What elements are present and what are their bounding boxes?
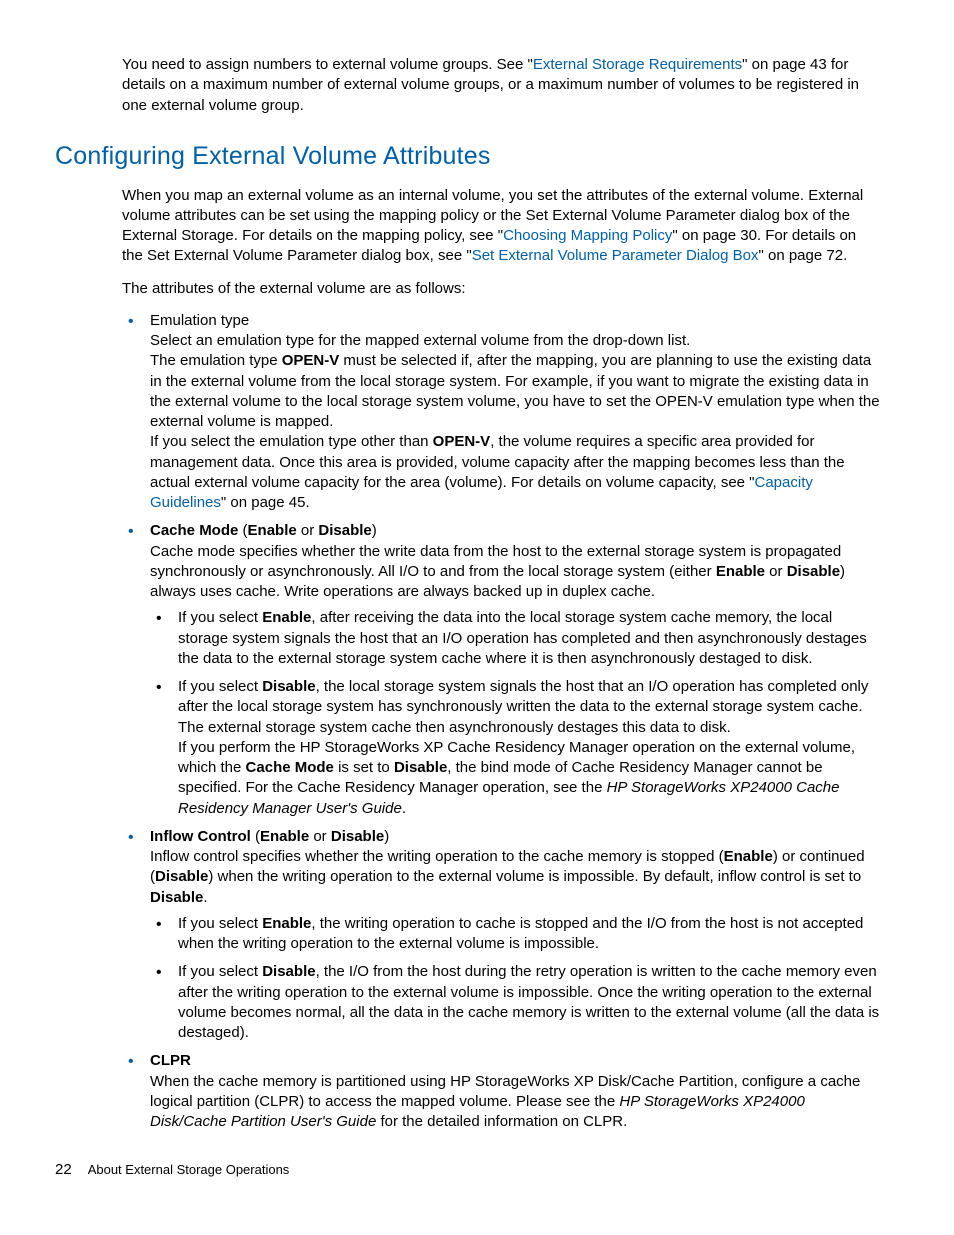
bold-text: Disable — [787, 563, 840, 580]
text: " on page 45. — [221, 494, 310, 511]
text: ) when the writing operation to the exte… — [208, 868, 861, 885]
text: or — [765, 563, 787, 580]
link-set-external-volume-parameter[interactable]: Set External Volume Parameter Dialog Box — [472, 247, 759, 264]
bold-text: Enable — [724, 848, 773, 865]
list-item: If you select Enable, the writing operat… — [150, 914, 881, 955]
text: If you select — [178, 915, 262, 932]
text: If you select — [178, 678, 262, 695]
list-item-inflow-control: Inflow Control (Enable or Disable) Inflo… — [122, 827, 881, 1044]
text: Inflow control specifies whether the wri… — [150, 848, 724, 865]
bold-text: Enable — [260, 828, 309, 845]
text: ) — [372, 522, 377, 539]
bold-text: Cache Mode — [150, 522, 238, 539]
list-item-clpr: CLPR When the cache memory is partitione… — [122, 1051, 881, 1132]
section-heading: Configuring External Volume Attributes — [55, 140, 899, 174]
bold-text: Enable — [716, 563, 765, 580]
list-item: If you select Enable, after receiving th… — [150, 608, 881, 669]
text: for the detailed information on CLPR. — [376, 1113, 627, 1130]
list-item-emulation: Emulation type Select an emulation type … — [122, 311, 881, 514]
bullet-title: Emulation type — [150, 312, 249, 329]
list-item-cache-mode: Cache Mode (Enable or Disable) Cache mod… — [122, 521, 881, 819]
sublist-cache: If you select Enable, after receiving th… — [150, 608, 881, 819]
text: The emulation type — [150, 352, 282, 369]
bold-text: Enable — [262, 915, 311, 932]
text: or — [309, 828, 331, 845]
bold-text: Cache Mode — [246, 759, 334, 776]
list-item: If you select Disable, the local storage… — [150, 677, 881, 819]
text: If you select the emulation type other t… — [150, 433, 433, 450]
bold-text: Inflow Control — [150, 828, 251, 845]
bold-text: Disable — [331, 828, 384, 845]
text: . — [203, 889, 207, 906]
text: is set to — [334, 759, 394, 776]
bold-text: OPEN-V — [282, 352, 340, 369]
attribute-list: Emulation type Select an emulation type … — [122, 311, 881, 1133]
text: ( — [251, 828, 260, 845]
bold-text: Disable — [318, 522, 371, 539]
intro-paragraph: You need to assign numbers to external v… — [122, 55, 881, 116]
bold-text: Disable — [150, 889, 203, 906]
text: If you select — [178, 963, 262, 980]
bold-text: Disable — [262, 963, 315, 980]
text: You need to assign numbers to external v… — [122, 56, 533, 73]
footer-title: About External Storage Operations — [88, 1162, 290, 1177]
body-paragraph: When you map an external volume as an in… — [122, 186, 881, 267]
sublist-inflow: If you select Enable, the writing operat… — [150, 914, 881, 1044]
page-footer: 22 About External Storage Operations — [55, 1160, 289, 1180]
bold-text: Disable — [262, 678, 315, 695]
bold-text: OPEN-V — [433, 433, 491, 450]
list-item: If you select Disable, the I/O from the … — [150, 962, 881, 1043]
body-paragraph: The attributes of the external volume ar… — [122, 279, 881, 299]
text: ( — [238, 522, 247, 539]
bold-text: Disable — [155, 868, 208, 885]
text: ) — [384, 828, 389, 845]
text: If you select — [178, 609, 262, 626]
text: " on page 72. — [759, 247, 848, 264]
link-choosing-mapping-policy[interactable]: Choosing Mapping Policy — [503, 227, 672, 244]
bold-text: Enable — [262, 609, 311, 626]
bold-text: Disable — [394, 759, 447, 776]
bold-text: Enable — [248, 522, 297, 539]
text: or — [297, 522, 319, 539]
text: . — [402, 800, 406, 817]
page-number: 22 — [55, 1161, 72, 1178]
link-external-storage-requirements[interactable]: External Storage Requirements — [533, 56, 742, 73]
text: Select an emulation type for the mapped … — [150, 332, 690, 349]
bold-text: CLPR — [150, 1052, 191, 1069]
